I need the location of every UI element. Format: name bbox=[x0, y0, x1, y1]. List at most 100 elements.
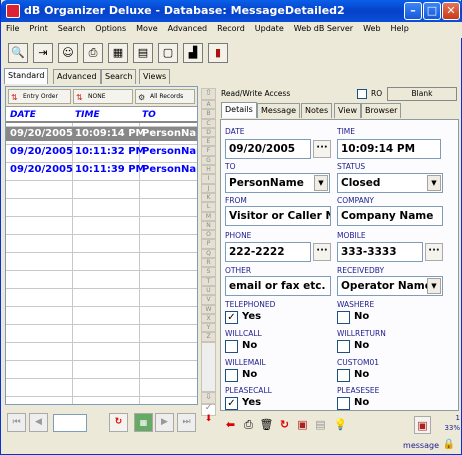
menu-print[interactable]: Print bbox=[24, 22, 52, 33]
first-record-icon[interactable]: ⏮ bbox=[7, 413, 26, 432]
index-letter[interactable]: S bbox=[201, 267, 216, 277]
refresh-icon[interactable]: ↻ bbox=[109, 413, 128, 432]
from-field[interactable]: Visitor or Caller Nam bbox=[225, 206, 331, 226]
pleasecall-checkbox[interactable]: ✓ bbox=[225, 397, 238, 410]
index-letter[interactable]: X bbox=[201, 313, 216, 324]
washere-checkbox[interactable] bbox=[337, 311, 350, 324]
entry-order-button[interactable]: ⇅ Entry Order bbox=[8, 89, 71, 104]
custom01-checkbox[interactable] bbox=[337, 369, 350, 382]
table-row[interactable]: 09/20/2005 10:11:39 PM PersonNam bbox=[6, 163, 197, 177]
telephoned-checkbox[interactable]: ✓ bbox=[225, 311, 238, 324]
back-arrow-icon[interactable]: ⬅ bbox=[222, 416, 239, 434]
index-letter[interactable]: P bbox=[201, 239, 216, 249]
index-letter[interactable]: R bbox=[201, 258, 216, 268]
index-letter[interactable]: L bbox=[201, 202, 216, 212]
maximize-button[interactable]: □ bbox=[423, 2, 441, 20]
index-letter[interactable]: D bbox=[201, 127, 216, 138]
index-letter[interactable]: O bbox=[201, 230, 216, 240]
index-letter[interactable]: Y bbox=[201, 323, 216, 333]
record-number-input[interactable] bbox=[53, 414, 87, 432]
index-letter[interactable]: Z bbox=[201, 332, 216, 342]
red-arrow-icon[interactable]: ⬇ bbox=[201, 414, 216, 428]
company-field[interactable]: Company Name bbox=[337, 206, 443, 226]
tab-notes[interactable]: Notes bbox=[301, 103, 333, 118]
menu-move[interactable]: Move bbox=[131, 22, 162, 33]
tab-search[interactable]: Search bbox=[101, 69, 137, 84]
print-icon[interactable]: ⎙ bbox=[83, 43, 103, 63]
column-header-date[interactable]: DATE bbox=[10, 110, 36, 120]
tab-advanced[interactable]: Advanced bbox=[53, 69, 101, 84]
menu-web[interactable]: Web bbox=[358, 22, 385, 33]
tab-message[interactable]: Message bbox=[257, 103, 301, 118]
time-field[interactable]: 10:09:14 PM bbox=[337, 139, 441, 159]
readonly-checkbox[interactable] bbox=[357, 89, 367, 99]
menu-web-db-server[interactable]: Web dB Server bbox=[289, 22, 358, 33]
table-row[interactable]: 09/20/2005 10:09:14 PM PersonNam bbox=[6, 127, 197, 141]
copy-record-icon[interactable]: ▣ bbox=[294, 416, 311, 434]
tab-standard[interactable]: Standard bbox=[4, 68, 49, 84]
mobile-field[interactable]: 333-3333 bbox=[337, 242, 423, 262]
index-letter[interactable]: G bbox=[201, 155, 216, 166]
index-letter[interactable]: N bbox=[201, 220, 216, 231]
color-grid-icon[interactable]: ▦ bbox=[134, 413, 153, 432]
tab-details[interactable]: Details bbox=[221, 102, 257, 118]
willcall-checkbox[interactable] bbox=[225, 340, 238, 353]
tab-browser[interactable]: Browser bbox=[361, 103, 402, 118]
menu-help[interactable]: Help bbox=[386, 22, 414, 33]
scroll-up-icon[interactable]: ⇧ bbox=[201, 88, 216, 100]
mobile-dial-button[interactable]: ··· bbox=[425, 243, 443, 261]
index-letter[interactable]: C bbox=[201, 118, 216, 128]
copy-icon[interactable]: ▣ bbox=[414, 416, 431, 434]
menu-options[interactable]: Options bbox=[90, 22, 131, 33]
index-letter[interactable]: B bbox=[201, 109, 216, 119]
table-row[interactable]: 09/20/2005 10:11:32 PM PersonNam bbox=[6, 145, 197, 159]
column-header-time[interactable]: TIME bbox=[75, 110, 100, 120]
menu-search[interactable]: Search bbox=[53, 22, 90, 33]
previous-record-icon[interactable]: ◀ bbox=[29, 413, 48, 432]
column-header-to[interactable]: TO bbox=[142, 110, 156, 120]
chevron-down-icon[interactable]: ▼ bbox=[427, 278, 441, 294]
last-record-icon[interactable]: ⏭ bbox=[177, 413, 196, 432]
index-letter[interactable]: J bbox=[201, 183, 216, 193]
page-icon[interactable]: ▢ bbox=[158, 43, 178, 63]
index-letter[interactable]: A bbox=[201, 100, 216, 110]
scroll-down-icon[interactable]: ⇩ bbox=[201, 391, 216, 404]
chevron-down-icon[interactable]: ▼ bbox=[427, 175, 441, 191]
next-record-icon[interactable]: ▶ bbox=[155, 413, 174, 432]
index-letter[interactable]: U bbox=[201, 285, 216, 296]
tab-view[interactable]: View bbox=[334, 103, 361, 118]
paste-record-icon[interactable]: ▤ bbox=[312, 416, 329, 434]
refresh-icon[interactable]: ↻ bbox=[276, 416, 293, 434]
index-letter[interactable]: K bbox=[201, 192, 216, 203]
date-field[interactable]: 09/20/2005 bbox=[225, 139, 311, 159]
search-icon[interactable]: 🔍 bbox=[8, 43, 28, 63]
table-icon[interactable]: ▦ bbox=[108, 43, 128, 63]
index-letter[interactable]: Q bbox=[201, 248, 216, 259]
find-next-icon[interactable]: ⇥ bbox=[33, 43, 53, 63]
menu-update[interactable]: Update bbox=[250, 22, 289, 33]
lightbulb-icon[interactable]: 💡 bbox=[332, 416, 349, 434]
tab-views[interactable]: Views bbox=[139, 69, 171, 84]
date-picker-button[interactable]: ··· bbox=[313, 140, 331, 158]
index-letter[interactable]: M bbox=[201, 211, 216, 221]
willreturn-checkbox[interactable] bbox=[337, 340, 350, 353]
index-letter[interactable]: H bbox=[201, 165, 216, 175]
willemail-checkbox[interactable] bbox=[225, 369, 238, 382]
index-letter[interactable]: F bbox=[201, 146, 216, 156]
chevron-down-icon[interactable]: ▼ bbox=[314, 175, 328, 191]
sort-none-button[interactable]: ⇅ NONE bbox=[73, 89, 133, 104]
index-letter[interactable]: V bbox=[201, 295, 216, 305]
index-letter[interactable]: I bbox=[201, 174, 216, 184]
all-records-button[interactable]: ⚙ All Records bbox=[135, 89, 195, 104]
minimize-button[interactable]: – bbox=[404, 2, 422, 20]
other-field[interactable]: email or fax etc. bbox=[225, 276, 331, 296]
index-letter[interactable]: W bbox=[201, 304, 216, 314]
chart-icon[interactable]: ▟ bbox=[183, 43, 203, 63]
exit-icon[interactable]: ▮ bbox=[208, 43, 228, 63]
user-icon[interactable]: ☺ bbox=[58, 43, 78, 63]
blank-button[interactable]: Blank bbox=[387, 87, 457, 101]
pleasesee-checkbox[interactable] bbox=[337, 397, 350, 410]
index-letter[interactable]: T bbox=[201, 276, 216, 286]
print-icon[interactable]: ⎙ bbox=[240, 416, 257, 434]
phone-dial-button[interactable]: ··· bbox=[313, 243, 331, 261]
